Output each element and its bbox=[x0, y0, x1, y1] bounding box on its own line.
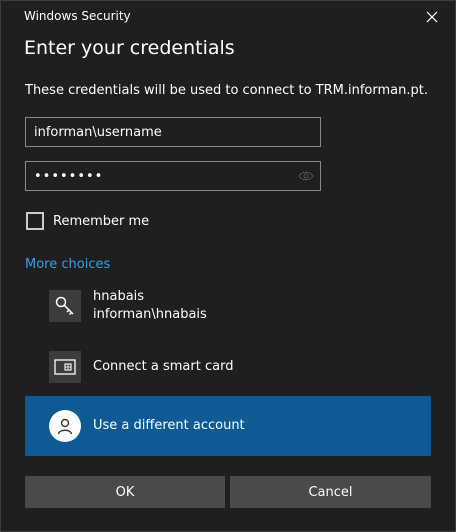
account-name: hnabais bbox=[93, 289, 145, 304]
username-field[interactable] bbox=[25, 117, 321, 147]
close-button[interactable] bbox=[409, 1, 455, 33]
window-title: Windows Security bbox=[24, 9, 131, 23]
remember-me-label: Remember me bbox=[53, 213, 150, 229]
dialog-description: These credentials will be used to connec… bbox=[25, 83, 428, 98]
more-choices-link[interactable]: More choices bbox=[25, 257, 110, 272]
remember-me-checkbox[interactable] bbox=[26, 212, 44, 230]
key-icon bbox=[49, 290, 81, 322]
remember-me[interactable]: Remember me bbox=[26, 210, 149, 232]
password-field[interactable] bbox=[25, 161, 321, 191]
user-icon bbox=[49, 410, 81, 442]
smart-card-icon bbox=[49, 351, 81, 383]
ok-button[interactable]: OK bbox=[25, 476, 225, 508]
dialog-heading: Enter your credentials bbox=[24, 37, 235, 59]
cancel-button[interactable]: Cancel bbox=[230, 476, 431, 508]
smart-card-label: Connect a smart card bbox=[93, 359, 234, 374]
different-account-option[interactable]: Use a different account bbox=[25, 396, 431, 456]
close-icon bbox=[426, 11, 438, 23]
password-input[interactable] bbox=[26, 162, 320, 190]
account-option-hnabais[interactable]: hnabais informan\hnabais bbox=[25, 283, 431, 329]
smart-card-option[interactable]: Connect a smart card bbox=[25, 344, 431, 390]
username-input[interactable] bbox=[26, 118, 320, 146]
reveal-password-icon[interactable] bbox=[298, 169, 314, 183]
account-domain: informan\hnabais bbox=[93, 307, 207, 322]
credentials-dialog: Windows Security Enter your credentials … bbox=[0, 0, 456, 532]
title-bar: Windows Security bbox=[1, 1, 455, 33]
different-account-label: Use a different account bbox=[93, 418, 245, 433]
